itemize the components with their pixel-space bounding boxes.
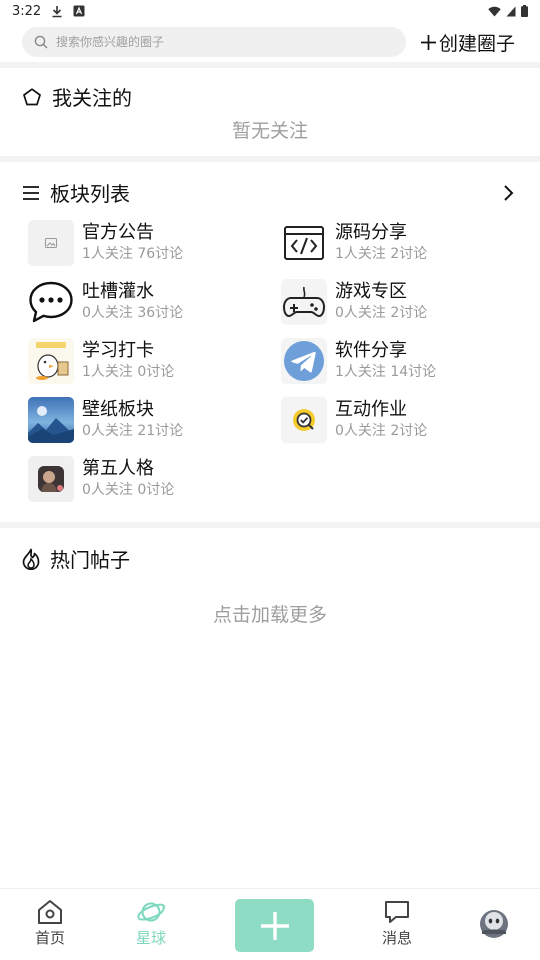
boards-header: 板块列表: [22, 178, 130, 207]
boards-title: 板块列表: [50, 182, 130, 206]
menu-list-icon: [23, 185, 39, 200]
add-post-button[interactable]: [235, 899, 314, 952]
board-stats: 0人关注 36讨论: [82, 305, 184, 321]
nav-profile[interactable]: [459, 909, 529, 939]
board-item-study[interactable]: 学习打卡 1人关注 0讨论: [28, 337, 268, 385]
following-empty-text: 暂无关注: [231, 120, 308, 142]
board-name: 互动作业: [335, 399, 407, 420]
identity-v-thumbnail-icon: [28, 456, 74, 502]
board-item-software[interactable]: 软件分享 1人关注 14讨论: [281, 337, 521, 385]
hot-posts-title: 热门帖子: [50, 548, 130, 572]
wallpaper-thumbnail-icon: [28, 397, 74, 443]
board-name: 软件分享: [335, 340, 407, 361]
nav-planet-label: 星球: [135, 929, 166, 947]
board-stats: 1人关注 14讨论: [335, 364, 437, 380]
board-stats: 0人关注 2讨论: [335, 305, 428, 321]
divider: [0, 156, 540, 162]
nav-home-label: 首页: [34, 929, 65, 947]
board-name: 源码分享: [335, 222, 407, 243]
board-name: 游戏专区: [335, 281, 407, 302]
image-placeholder-icon: [28, 220, 74, 266]
telegram-icon: [281, 338, 327, 384]
board-item-official-notice[interactable]: 官方公告 1人关注 76讨论: [28, 219, 268, 267]
top-bar: 创建圈子: [0, 24, 540, 60]
board-stats: 1人关注 0讨论: [82, 364, 175, 380]
board-item-homework[interactable]: 互动作业 0人关注 2讨论: [281, 396, 521, 444]
board-item-wallpaper[interactable]: 壁纸板块 0人关注 21讨论: [28, 396, 268, 444]
hot-posts-header: 热门帖子: [22, 544, 130, 573]
following-header: 我关注的: [22, 82, 132, 111]
board-item-chat[interactable]: 吐槽灌水 0人关注 36讨论: [28, 278, 268, 326]
nav-home[interactable]: 首页: [15, 899, 85, 948]
create-circle-label: 创建圈子: [439, 32, 516, 55]
bottom-nav: 首页 星球 消息: [0, 888, 540, 960]
pentagon-icon: [23, 87, 41, 105]
board-name: 第五人格: [82, 458, 154, 479]
chat-bubble-icon: [28, 279, 74, 325]
download-icon: [52, 5, 62, 17]
homework-check-icon: [281, 397, 327, 443]
notification-a-icon: [73, 5, 85, 17]
search-box[interactable]: [22, 27, 406, 57]
battery-icon: [521, 5, 528, 17]
nav-messages[interactable]: 消息: [362, 899, 432, 948]
board-stats: 0人关注 21讨论: [82, 423, 184, 439]
home-icon: [38, 900, 62, 924]
search-input[interactable]: [56, 35, 376, 49]
following-title: 我关注的: [52, 86, 132, 110]
board-name: 壁纸板块: [82, 399, 154, 420]
board-name: 学习打卡: [82, 340, 154, 361]
signal-icon: [506, 6, 516, 16]
gamepad-icon: [281, 279, 327, 325]
board-stats: 1人关注 76讨论: [82, 246, 184, 262]
status-bar: 3:22: [0, 0, 540, 22]
board-stats: 1人关注 2讨论: [335, 246, 428, 262]
chevron-right-icon[interactable]: [500, 184, 516, 202]
plus-icon: [421, 34, 436, 50]
status-time: 3:22: [12, 3, 42, 19]
planet-icon: [137, 902, 166, 922]
board-name: 吐槽灌水: [82, 281, 154, 302]
avatar: [480, 910, 508, 938]
fire-icon: [22, 548, 40, 570]
board-item-games[interactable]: 游戏专区 0人关注 2讨论: [281, 278, 521, 326]
create-circle-button[interactable]: 创建圈子: [420, 28, 515, 56]
board-name: 官方公告: [82, 222, 154, 243]
wifi-icon: [488, 6, 501, 16]
search-icon: [34, 35, 48, 49]
nav-planet[interactable]: 星球: [116, 899, 186, 948]
board-stats: 0人关注 2讨论: [335, 423, 428, 439]
load-more-button[interactable]: 点击加载更多: [0, 600, 540, 627]
study-duck-icon: [28, 338, 74, 384]
divider: [0, 522, 540, 528]
message-icon: [385, 901, 409, 923]
board-item-identity-v[interactable]: 第五人格 0人关注 0讨论: [28, 455, 268, 503]
code-icon: [281, 220, 327, 266]
board-item-source-code[interactable]: 源码分享 1人关注 2讨论: [281, 219, 521, 267]
nav-messages-label: 消息: [381, 929, 412, 947]
board-stats: 0人关注 0讨论: [82, 482, 175, 498]
divider: [0, 62, 540, 68]
plus-icon: [260, 911, 289, 940]
